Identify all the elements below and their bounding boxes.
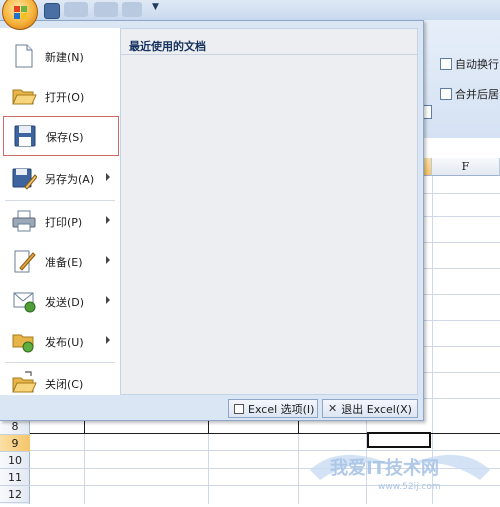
options-icon — [234, 403, 244, 414]
grid-line — [30, 468, 500, 469]
row-header-10[interactable]: 10 — [0, 452, 30, 469]
menu-item-label: 打开(O) — [45, 91, 85, 104]
submenu-arrow-icon — [106, 336, 110, 344]
recent-separator — [121, 54, 417, 55]
menu-item-label: 新建(N) — [45, 51, 84, 64]
office-logo-icon — [14, 6, 27, 19]
open-folder-icon — [12, 89, 37, 105]
recent-documents-title: 最近使用的文档 — [129, 40, 206, 53]
merge-center-label: 合并后居 — [455, 88, 499, 101]
menu-item-open[interactable]: 打开(O) — [0, 76, 120, 116]
save-disk-icon — [14, 125, 36, 147]
wrap-text-button[interactable]: 自动换行 — [440, 55, 500, 73]
menu-item-label: 保存(S) — [46, 131, 84, 144]
qat-customize-icon[interactable]: ▼ — [152, 2, 159, 12]
printer-icon — [12, 210, 36, 232]
excel-options-label: Excel 选项(I) — [248, 402, 315, 416]
menu-item-label: 关闭(C) — [45, 378, 84, 391]
submenu-arrow-icon — [106, 216, 110, 224]
menu-item-close[interactable]: 关闭(C) — [0, 363, 120, 403]
office-menu-commands: 新建(N) 打开(O) 保存(S) 另存为(A) 打印(P) 准备(E) 发送(… — [0, 28, 121, 395]
menu-item-label: 打印(P) — [45, 216, 83, 229]
menu-item-label: 发布(U) — [45, 336, 84, 349]
save-as-icon — [12, 168, 37, 190]
recent-documents-panel: 最近使用的文档 — [121, 28, 418, 395]
close-icon: ✕ — [328, 402, 338, 415]
wrap-text-label: 自动换行 — [455, 58, 499, 71]
office-menu-footer: Excel 选项(I) ✕ 退出 Excel(X) — [0, 398, 422, 420]
excel-options-button[interactable]: Excel 选项(I) — [228, 399, 318, 418]
submenu-arrow-icon — [106, 256, 110, 264]
row-header-9[interactable]: 9 — [0, 435, 30, 452]
exit-excel-label: 退出 Excel(X) — [341, 402, 412, 416]
close-folder-icon — [12, 371, 37, 393]
prepare-document-icon — [14, 250, 36, 273]
office-menu: 新建(N) 打开(O) 保存(S) 另存为(A) 打印(P) 准备(E) 发送(… — [0, 20, 424, 421]
menu-item-label: 发送(D) — [45, 296, 85, 309]
menu-item-new[interactable]: 新建(N) — [0, 36, 120, 76]
submenu-arrow-icon — [106, 296, 110, 304]
menu-item-send[interactable]: 发送(D) — [0, 281, 120, 321]
exit-excel-button[interactable]: ✕ 退出 Excel(X) — [322, 399, 418, 418]
quick-access-toolbar: ▼ — [0, 0, 500, 20]
menu-item-label: 准备(E) — [45, 256, 83, 269]
menu-item-print[interactable]: 打印(P) — [0, 201, 120, 241]
qat-save-icon[interactable] — [44, 3, 60, 19]
grid-line — [30, 450, 500, 451]
menu-item-save[interactable]: 保存(S) — [3, 116, 119, 156]
merge-cells-icon — [440, 88, 452, 100]
qat-redo-icon[interactable] — [94, 2, 118, 17]
publish-folder-icon — [12, 334, 34, 353]
row-header-11[interactable]: 11 — [0, 469, 30, 486]
grid-line — [30, 485, 500, 486]
submenu-arrow-icon — [106, 173, 110, 181]
new-document-icon — [15, 44, 33, 68]
qat-undo-icon[interactable] — [64, 2, 88, 17]
wrap-text-icon — [440, 58, 452, 70]
row-header-12[interactable]: 12 — [0, 486, 30, 503]
menu-item-prepare[interactable]: 准备(E) — [0, 241, 120, 281]
merge-center-button[interactable]: 合并后居 — [440, 85, 500, 103]
send-mail-icon — [13, 292, 36, 313]
menu-item-publish[interactable]: 发布(U) — [0, 321, 120, 361]
grid-line — [432, 176, 433, 504]
menu-item-save-as[interactable]: 另存为(A) — [0, 158, 120, 198]
qat-print-preview-icon[interactable] — [122, 2, 142, 17]
column-header-f[interactable]: F — [432, 158, 500, 176]
active-cell[interactable] — [367, 432, 431, 448]
menu-item-label: 另存为(A) — [45, 173, 95, 186]
